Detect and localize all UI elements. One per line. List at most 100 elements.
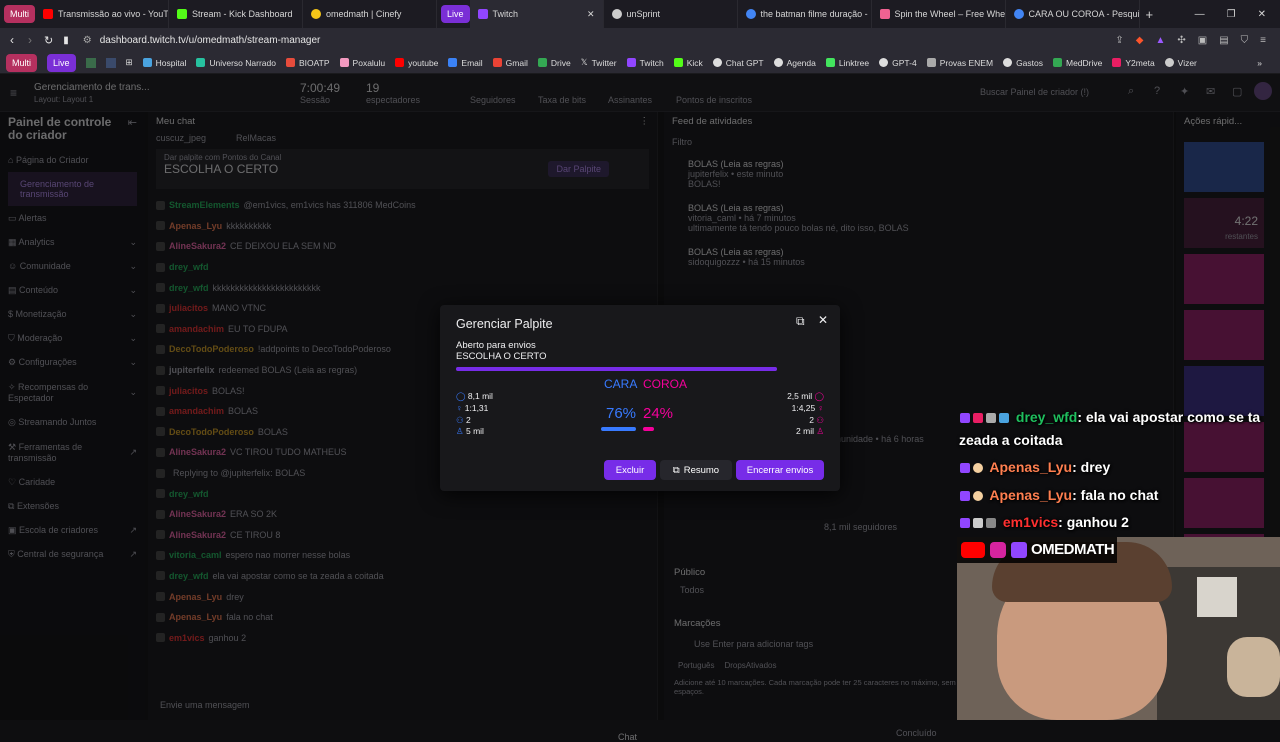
chat-username[interactable]: AlineSakura2 xyxy=(169,530,226,540)
reload-icon[interactable]: ↻ xyxy=(44,34,53,47)
bookmark-vizer[interactable]: Vizer xyxy=(1164,58,1197,68)
tag-chip[interactable]: Português xyxy=(678,661,714,670)
back-icon[interactable]: ‹ xyxy=(10,33,14,47)
magic-icon[interactable]: ✦ xyxy=(1180,85,1189,98)
maximize-icon[interactable]: ❐ xyxy=(1227,9,1236,20)
quick-action-tile[interactable] xyxy=(1184,310,1264,360)
quick-action-tile[interactable] xyxy=(1184,142,1264,192)
url-field[interactable]: dashboard.twitch.tv/u/omedmath/stream-ma… xyxy=(100,35,321,46)
rewards-icon[interactable]: ▲ xyxy=(1155,35,1165,46)
forward-icon[interactable]: › xyxy=(28,33,32,47)
tag-chip[interactable]: DropsAtivados xyxy=(724,661,776,670)
more-bookmarks-icon[interactable]: » xyxy=(1257,58,1280,68)
tab-twitch[interactable]: Twitch ✕ xyxy=(469,0,604,28)
chat-username[interactable]: Apenas_Lyu xyxy=(169,592,222,602)
vpn-icon[interactable]: ⛉ xyxy=(1241,35,1249,46)
bookmark-icon[interactable]: ▮ xyxy=(63,35,69,46)
sidebar-item-extensions[interactable]: ⧉ Extensões xyxy=(8,494,137,518)
sidebar-item-stream-manager[interactable]: Gerenciamento de transmissão xyxy=(8,172,137,206)
help-icon[interactable]: ? xyxy=(1154,85,1160,97)
chat-username[interactable]: DecoTodoPoderoso xyxy=(169,344,254,354)
sidebar-item-charity[interactable]: ♡ Caridade xyxy=(8,470,137,494)
bookmark-kick[interactable]: Kick xyxy=(673,58,703,68)
bookmark-twitch[interactable]: Twitch xyxy=(626,58,664,68)
bookmark-email[interactable]: Email xyxy=(448,58,483,68)
chat-username[interactable]: AlineSakura2 xyxy=(169,509,226,519)
tab-google-batman[interactable]: the batman filme duração - xyxy=(738,0,872,28)
search-input[interactable]: Buscar Painel de criador (!) xyxy=(980,87,1089,97)
tab-live-group[interactable]: Live xyxy=(441,5,470,23)
avatar[interactable] xyxy=(1254,82,1272,100)
bookmark-bioatp[interactable]: BIOATP xyxy=(286,58,330,68)
window-close-icon[interactable]: ✕ xyxy=(1258,9,1266,20)
bookmark-twitter[interactable]: 𝕏 Twitter xyxy=(581,57,617,68)
close-icon[interactable]: ✕ xyxy=(587,9,595,20)
chat-username[interactable]: AlineSakura2 xyxy=(169,447,226,457)
minimize-icon[interactable]: — xyxy=(1195,9,1205,20)
tab-kick[interactable]: Stream - Kick Dashboard xyxy=(169,0,304,28)
bookmark-chatgpt[interactable]: Chat GPT xyxy=(712,58,764,68)
pinned-user[interactable]: RelMacas xyxy=(236,133,276,143)
bookmark-hospital[interactable]: Hospital xyxy=(142,58,186,68)
chat-username[interactable]: vitoria_caml xyxy=(169,550,222,560)
delete-button[interactable]: Excluir xyxy=(604,460,656,480)
bookmark-live[interactable]: Live xyxy=(47,53,76,72)
chat-username[interactable]: em1vics xyxy=(169,633,205,643)
notification-icon[interactable]: ▢ xyxy=(1232,85,1242,98)
bookmark-y2meta[interactable]: Y2meta xyxy=(1112,58,1155,68)
tab-multi[interactable]: Multi xyxy=(4,5,36,23)
pinned-user[interactable]: cuscuz_jpeg xyxy=(156,133,206,143)
chat-username[interactable]: AlineSakura2 xyxy=(169,241,226,251)
brave-icon[interactable]: ◆ xyxy=(1136,35,1144,46)
sidebar-item-content[interactable]: ▤ Conteúdo ⌄ xyxy=(8,278,137,302)
chat-username[interactable]: StreamElements xyxy=(169,200,240,210)
chat-username[interactable]: juliacitos xyxy=(169,303,208,313)
chat-username[interactable]: DecoTodoPoderoso xyxy=(169,427,254,437)
apps-icon[interactable]: ⊞ xyxy=(126,57,133,68)
sidebar-item-stream-together[interactable]: ◎ Streamando Juntos xyxy=(8,410,137,434)
bookmark-enem[interactable]: Provas ENEM xyxy=(926,58,993,68)
chat-username[interactable]: drey_wfd xyxy=(169,262,209,272)
tab-wheel[interactable]: Spin the Wheel – Free Whee xyxy=(872,0,1006,28)
bookmark-meddrive[interactable]: MedDrive xyxy=(1053,58,1102,68)
tab-youtube[interactable]: Transmissão ao vivo - YouTu xyxy=(35,0,170,28)
chat-username[interactable]: amandachim xyxy=(169,324,224,334)
folder-icon[interactable] xyxy=(105,57,116,68)
quick-action-tile[interactable]: 4:22 restantes xyxy=(1184,198,1264,248)
folder-icon[interactable] xyxy=(85,57,96,68)
bookmark-gastos[interactable]: Gastos xyxy=(1003,58,1043,68)
chat-username[interactable]: amandachim xyxy=(169,406,224,416)
new-tab-button[interactable]: + xyxy=(1146,7,1154,22)
sidebar-item-monetization[interactable]: $ Monetização ⌄ xyxy=(8,302,137,326)
collapse-icon[interactable]: ⇤ xyxy=(128,116,137,142)
bookmark-gpt4[interactable]: GPT-4 xyxy=(879,58,917,68)
sidebar-item-safety[interactable]: ⛨ Central de segurança ↗ xyxy=(8,542,137,566)
feed-filter[interactable]: Filtro xyxy=(672,137,1165,147)
predict-button[interactable]: Dar Palpite xyxy=(548,161,609,177)
sidebar-item-analytics[interactable]: ▦ Analytics ⌄ xyxy=(8,230,137,254)
bookmark-youtube[interactable]: youtube xyxy=(395,58,438,68)
chat-username[interactable]: drey_wfd xyxy=(169,571,209,581)
tab-unsprint[interactable]: unSprint xyxy=(604,0,738,28)
chat-username[interactable]: Apenas_Lyu xyxy=(169,612,222,622)
sidebar-item-alerts[interactable]: ▭ Alertas xyxy=(8,206,137,230)
bookmark-universo[interactable]: Universo Narrado xyxy=(196,58,276,68)
sidebar-icon[interactable]: ▣ xyxy=(1198,35,1207,46)
summary-button[interactable]: ⧉ Resumo xyxy=(660,460,732,480)
bookmark-agenda[interactable]: Agenda xyxy=(773,58,816,68)
popout-icon[interactable]: ⧉ xyxy=(796,314,805,329)
bookmark-poxalulu[interactable]: Poxalulu xyxy=(339,58,385,68)
more-icon[interactable]: ⋮ xyxy=(640,116,650,127)
sidebar-item-moderation[interactable]: ⛉ Moderação ⌄ xyxy=(8,326,137,350)
sidebar-item-settings[interactable]: ⚙ Configurações ⌄ xyxy=(8,350,137,374)
sidebar-item-creator-school[interactable]: ▣ Escola de criadores ↗ xyxy=(8,518,137,542)
bookmark-multi[interactable]: Multi xyxy=(6,53,38,72)
close-icon[interactable]: ✕ xyxy=(818,313,828,327)
share-icon[interactable]: ⇪ xyxy=(1115,35,1123,46)
end-submissions-button[interactable]: Encerrar envios xyxy=(736,460,824,480)
site-info-icon[interactable]: ⚙ xyxy=(83,35,92,46)
hamburger-icon[interactable]: ≡ xyxy=(10,86,17,100)
quick-action-tile[interactable] xyxy=(1184,478,1264,528)
chat-input[interactable]: Envie uma mensagem xyxy=(160,700,250,710)
chat-username[interactable]: drey_wfd xyxy=(169,489,209,499)
